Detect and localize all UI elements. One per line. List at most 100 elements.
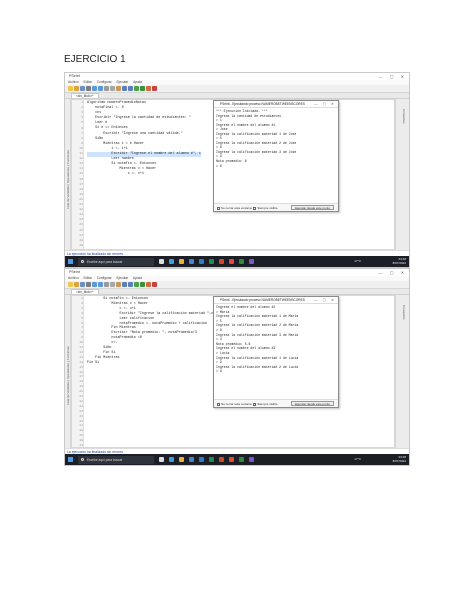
execution-console[interactable]: PSeInt - Ejecutando proceso NUMEROBETWEE… — [213, 100, 339, 212]
system-clock[interactable]: 23:48 8/07/2022 — [393, 455, 406, 463]
code-block[interactable]: Si notaFin <- Entonces Mientras c < Hace… — [87, 297, 225, 366]
line-number: 31 — [79, 444, 83, 447]
code-block[interactable]: Algoritmo numeroPromedioNotas notaFinal … — [87, 101, 201, 177]
open-file-icon[interactable] — [74, 86, 79, 91]
run-from-here-button[interactable]: Ejecutar desde este punto — [291, 205, 334, 210]
menu-ejecutar[interactable]: Ejecutar — [117, 276, 129, 280]
weather-widget[interactable]: 17°C — [354, 259, 361, 263]
right-panel[interactable]: Comandos — [395, 295, 409, 448]
always-visible-checkbox[interactable] — [253, 402, 257, 406]
windows-start-icon[interactable] — [68, 457, 73, 462]
new-file-icon[interactable] — [68, 282, 73, 287]
menu-ayuda[interactable]: Ayuda — [133, 276, 142, 280]
line-number: 7 — [81, 326, 83, 330]
explorer-icon[interactable] — [179, 457, 184, 462]
flowchart-icon[interactable] — [146, 86, 151, 91]
edge-icon[interactable] — [169, 259, 174, 264]
new-file-icon[interactable] — [68, 86, 73, 91]
taskbar-search-placeholder: Escribe aquí para buscar — [87, 457, 123, 462]
menu-editar[interactable]: Editar — [84, 276, 92, 280]
app-icon[interactable] — [249, 457, 254, 462]
pseint-taskbar-icon[interactable] — [239, 259, 244, 264]
weather-widget[interactable]: 17°C — [354, 457, 361, 461]
right-panel[interactable]: Comandos — [395, 99, 409, 250]
line-number: 29 — [79, 243, 83, 247]
menu-archivo[interactable]: Archivo — [68, 276, 79, 280]
app-icon[interactable] — [249, 259, 254, 264]
task-view-icon[interactable] — [159, 457, 164, 462]
menu-configurar[interactable]: Configurar — [97, 276, 112, 280]
indent-icon[interactable] — [122, 86, 127, 91]
powerpoint-icon[interactable] — [219, 457, 224, 462]
line-number: 6 — [81, 321, 83, 325]
chrome-icon[interactable] — [229, 457, 234, 462]
copy-icon[interactable] — [110, 282, 115, 287]
console-window-controls[interactable]: — ▢ ✕ — [314, 101, 336, 108]
always-visible-label: Siempre visible — [257, 402, 278, 406]
store-icon[interactable] — [189, 259, 194, 264]
powerpoint-icon[interactable] — [219, 259, 224, 264]
flowchart-icon[interactable] — [146, 282, 151, 287]
undo-icon[interactable] — [92, 282, 97, 287]
run-icon[interactable] — [134, 282, 139, 287]
undo-icon[interactable] — [92, 86, 97, 91]
keep-open-checkbox[interactable] — [217, 402, 220, 406]
task-view-icon[interactable] — [159, 259, 164, 264]
taskbar-search[interactable]: Escribe aquí para buscar — [78, 455, 154, 464]
line-number: 11 — [79, 346, 83, 349]
edge-icon[interactable] — [169, 457, 174, 462]
search-icon[interactable] — [128, 86, 133, 91]
save-icon[interactable] — [80, 282, 85, 287]
excel-icon[interactable] — [209, 259, 214, 264]
menu-archivo[interactable]: Archivo — [68, 80, 79, 84]
step-icon[interactable] — [140, 86, 145, 91]
line-number: 20 — [79, 197, 83, 201]
search-icon[interactable] — [128, 282, 133, 287]
paste-icon[interactable] — [116, 86, 121, 91]
save-as-icon[interactable] — [86, 86, 91, 91]
menu-ayuda[interactable]: Ayuda — [133, 80, 142, 84]
tab-sin-titulo[interactable]: <sin_titulo>* — [71, 289, 99, 294]
pseint-taskbar-icon[interactable] — [239, 457, 244, 462]
window-controls[interactable]: — ▢ ✕ — [379, 73, 407, 80]
excel-icon[interactable] — [209, 457, 214, 462]
help-icon[interactable] — [152, 282, 157, 287]
always-visible-checkbox[interactable] — [253, 206, 257, 210]
line-number: 2 — [81, 106, 83, 110]
window-controls[interactable]: — ▢ ✕ — [379, 269, 407, 276]
run-icon[interactable] — [134, 86, 139, 91]
tab-sin-titulo[interactable]: <sin_titulo>* — [71, 93, 99, 98]
help-icon[interactable] — [152, 86, 157, 91]
word-icon[interactable] — [199, 457, 204, 462]
menu-configurar[interactable]: Configurar — [97, 80, 112, 84]
keep-open-checkbox[interactable] — [217, 206, 220, 210]
cut-icon[interactable] — [104, 282, 109, 287]
redo-icon[interactable] — [98, 86, 103, 91]
taskbar-search[interactable]: Escribe aquí para buscar — [78, 257, 154, 266]
copy-icon[interactable] — [110, 86, 115, 91]
explorer-icon[interactable] — [179, 259, 184, 264]
menu-editar[interactable]: Editar — [84, 80, 92, 84]
save-icon[interactable] — [80, 86, 85, 91]
redo-icon[interactable] — [98, 282, 103, 287]
line-number: 26 — [79, 419, 83, 423]
run-from-here-button[interactable]: Ejecutar desde este punto — [291, 401, 334, 406]
execution-console[interactable]: PSeInt - Ejecutando proceso NUMEROBETWEE… — [213, 296, 339, 408]
save-as-icon[interactable] — [86, 282, 91, 287]
indent-icon[interactable] — [122, 282, 127, 287]
store-icon[interactable] — [189, 457, 194, 462]
system-clock[interactable]: 23:48 8/07/2022 — [393, 257, 406, 265]
line-number: 12 — [79, 157, 83, 161]
cut-icon[interactable] — [104, 86, 109, 91]
console-window-controls[interactable]: — ▢ ✕ — [314, 297, 336, 304]
line-number: 7 — [81, 131, 83, 135]
open-file-icon[interactable] — [74, 282, 79, 287]
step-icon[interactable] — [140, 282, 145, 287]
line-number-gutter: 1 2 3 4 5 6 7 8 9 10 11 12 13 14 15 16 17 18 19 20 21 22 23 24 2… — [72, 296, 84, 447]
windows-start-icon[interactable] — [68, 259, 73, 264]
line-number: 10 — [79, 146, 83, 150]
chrome-icon[interactable] — [229, 259, 234, 264]
word-icon[interactable] — [199, 259, 204, 264]
paste-icon[interactable] — [116, 282, 121, 287]
menu-ejecutar[interactable]: Ejecutar — [117, 80, 129, 84]
